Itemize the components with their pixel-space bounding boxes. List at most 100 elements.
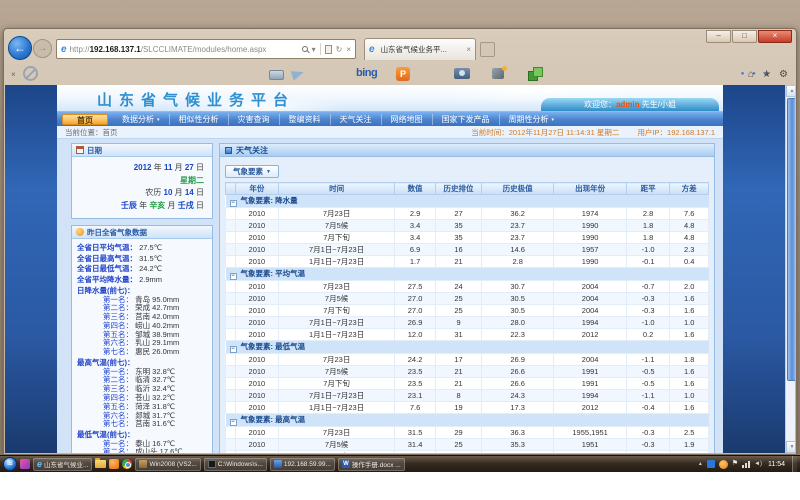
table-row[interactable]: 20101月1日~7月23日7.61917.32012-0.41.6 bbox=[226, 402, 709, 414]
date-segment: 年 bbox=[137, 201, 149, 210]
scrollbar-up-icon[interactable]: ▲ bbox=[786, 85, 795, 97]
nav-tab[interactable]: 整编资料 bbox=[280, 114, 331, 125]
start-button[interactable]: ⊞ bbox=[3, 457, 17, 471]
tools-addon-icon[interactable] bbox=[492, 68, 504, 79]
taskbar-button-label: 山东省气候业... bbox=[44, 459, 88, 469]
compatibility-view-icon[interactable] bbox=[325, 45, 332, 54]
cell: 31.5 bbox=[395, 427, 436, 439]
table-row[interactable]: 20107月23日24.21726.92004-1.11.8 bbox=[226, 354, 709, 366]
taskbar-button[interactable]: 192.168.59.99... bbox=[270, 458, 335, 471]
group-row[interactable]: −气象要素: 最低气温 bbox=[226, 341, 709, 354]
taskbar-button[interactable]: e山东省气候业... bbox=[33, 458, 92, 471]
cell: 7月5候 bbox=[279, 293, 395, 305]
stop-icon[interactable]: × bbox=[346, 45, 351, 54]
send-addon-icon[interactable] bbox=[291, 67, 306, 80]
collapse-icon[interactable]: − bbox=[230, 200, 237, 207]
sogou-pinyin-icon[interactable]: P bbox=[396, 67, 410, 81]
toolbar-close-icon[interactable]: × bbox=[11, 70, 16, 79]
table-row[interactable]: 20107月23日2.92736.219742.87.6 bbox=[226, 208, 709, 220]
browser-tab[interactable]: e 山东省气候业务平... × bbox=[364, 38, 476, 60]
date-segment: 月 bbox=[165, 201, 177, 210]
collapse-icon[interactable]: − bbox=[230, 419, 237, 426]
volume-icon[interactable]: ◄) bbox=[754, 461, 762, 467]
minimize-button[interactable]: – bbox=[706, 30, 731, 43]
overflow-dots-icon[interactable]: ● ● ● bbox=[741, 71, 770, 77]
close-button[interactable]: × bbox=[758, 30, 792, 43]
collapse-icon[interactable]: − bbox=[230, 346, 237, 353]
nav-tab[interactable]: 周期性分析▾ bbox=[500, 114, 564, 125]
cell: 1990 bbox=[554, 232, 626, 244]
nav-tab[interactable]: 天气关注 bbox=[331, 114, 382, 125]
table-row[interactable]: 20107月1日~7月23日23.1824.31994-1.11.0 bbox=[226, 390, 709, 402]
table-row[interactable]: 20107月下旬3.43523.719901.84.8 bbox=[226, 232, 709, 244]
breadcrumb: 当前位置：首页 bbox=[65, 127, 118, 138]
taskbar-button[interactable]: C:\Windows\s... bbox=[204, 458, 267, 471]
show-desktop-button[interactable] bbox=[792, 456, 797, 473]
table-row[interactable]: 20107月下旬23.52126.61991-0.51.6 bbox=[226, 378, 709, 390]
back-button[interactable]: ← bbox=[8, 36, 32, 60]
page-scrollbar[interactable]: ▲ ▼ bbox=[785, 85, 795, 453]
cell: 3.4 bbox=[395, 220, 436, 232]
search-dropdown-icon[interactable]: ▾ bbox=[312, 45, 316, 54]
current-time: 当前时间：2012年11月27日 11:14:31 星期二 bbox=[471, 128, 619, 137]
tray-show-hidden-icon[interactable]: ▲ bbox=[698, 461, 703, 467]
tray-firefox-icon[interactable] bbox=[719, 460, 728, 469]
tab-close-icon[interactable]: × bbox=[466, 45, 471, 54]
table-row[interactable]: 20107月1日~7月23日26.9928.01994-1.01.0 bbox=[226, 317, 709, 329]
cell: 16 bbox=[436, 244, 482, 256]
table-row[interactable]: 20107月23日27.52430.72004-0.72.0 bbox=[226, 281, 709, 293]
table-row[interactable]: 20107月1日~7月23日6.91614.61957-1.02.3 bbox=[226, 244, 709, 256]
card-addon-icon[interactable] bbox=[269, 70, 284, 80]
network-icon[interactable] bbox=[742, 461, 750, 468]
panel-title: 天气关注 bbox=[236, 145, 268, 156]
tray-blue-app-icon[interactable] bbox=[707, 460, 715, 468]
nav-tab[interactable]: 灾害查询 bbox=[229, 114, 280, 125]
nav-tab[interactable]: 相似性分析 bbox=[170, 114, 229, 125]
table-row[interactable]: 20101月1日~7月23日12.03122.320120.21.6 bbox=[226, 329, 709, 341]
table-row[interactable]: 20107月5候3.43523.719901.84.8 bbox=[226, 220, 709, 232]
pinned-app-icon[interactable] bbox=[20, 459, 30, 469]
cell: 27.0 bbox=[395, 305, 436, 317]
nav-tab[interactable]: 首页 bbox=[62, 114, 108, 125]
nav-tab[interactable]: 国家下发产品 bbox=[433, 114, 500, 125]
taskbar-button[interactable]: Win2008 (VS2... bbox=[135, 458, 200, 471]
stat-value: 31.5℃ bbox=[139, 254, 162, 263]
action-center-flag-icon[interactable]: ⚑ bbox=[732, 460, 738, 468]
cell: 21 bbox=[436, 256, 482, 268]
scrollbar-down-icon[interactable]: ▼ bbox=[786, 441, 795, 453]
explorer-folder-icon[interactable] bbox=[95, 460, 106, 468]
pinned-orange-app-icon[interactable] bbox=[109, 459, 119, 469]
table-row[interactable]: 20107月23日31.52936.31955,1951-0.32.5 bbox=[226, 427, 709, 439]
address-bar[interactable]: e http://192.168.137.1/SLCCLIMATE/module… bbox=[56, 39, 356, 59]
nav-tab-label: 相似性分析 bbox=[179, 115, 219, 124]
nav-tab[interactable]: 数据分析▾ bbox=[113, 114, 170, 125]
disabled-addon-icon[interactable] bbox=[23, 66, 38, 81]
table-row[interactable]: 20107月下旬31.42535.31951-0.31.9 bbox=[226, 451, 709, 454]
nav-tab[interactable]: 网络地图 bbox=[382, 114, 433, 125]
table-row[interactable]: 20107月5候27.02530.52004-0.31.6 bbox=[226, 293, 709, 305]
search-icon[interactable] bbox=[302, 46, 308, 52]
group-row[interactable]: −气象要素: 降水量 bbox=[226, 195, 709, 208]
table-row[interactable]: 20107月5候23.52126.61991-0.51.6 bbox=[226, 366, 709, 378]
refresh-icon[interactable]: ↻ bbox=[336, 45, 343, 54]
new-tab-button[interactable] bbox=[480, 42, 495, 57]
cell: 2010 bbox=[235, 439, 278, 451]
scrollbar-thumb[interactable] bbox=[787, 98, 795, 381]
taskbar-clock[interactable]: 11:54 bbox=[768, 461, 785, 468]
camera-addon-icon[interactable] bbox=[454, 68, 470, 79]
group-row[interactable]: −气象要素: 平均气温 bbox=[226, 268, 709, 281]
element-filter-button[interactable]: 气象要素 ▼ bbox=[225, 165, 279, 178]
bing-logo[interactable]: bing bbox=[356, 67, 377, 79]
forward-button[interactable]: → bbox=[33, 39, 52, 58]
expander-cell bbox=[226, 293, 236, 305]
chrome-icon[interactable] bbox=[122, 459, 132, 469]
collapse-icon[interactable]: − bbox=[230, 273, 237, 280]
group-row[interactable]: −气象要素: 最高气温 bbox=[226, 414, 709, 427]
taskbar-button[interactable]: W操作手册.docx ... bbox=[338, 458, 405, 471]
lunar-date: 农历 10 月 14 日 bbox=[76, 187, 204, 200]
table-row[interactable]: 20101月1日~7月23日1.7212.81990-0.10.4 bbox=[226, 256, 709, 268]
table-row[interactable]: 20107月5候31.42535.31951-0.31.9 bbox=[226, 439, 709, 451]
plugin-addon-icon[interactable] bbox=[528, 67, 542, 81]
table-row[interactable]: 20107月下旬27.02530.52004-0.31.6 bbox=[226, 305, 709, 317]
maximize-button[interactable]: □ bbox=[732, 30, 757, 43]
